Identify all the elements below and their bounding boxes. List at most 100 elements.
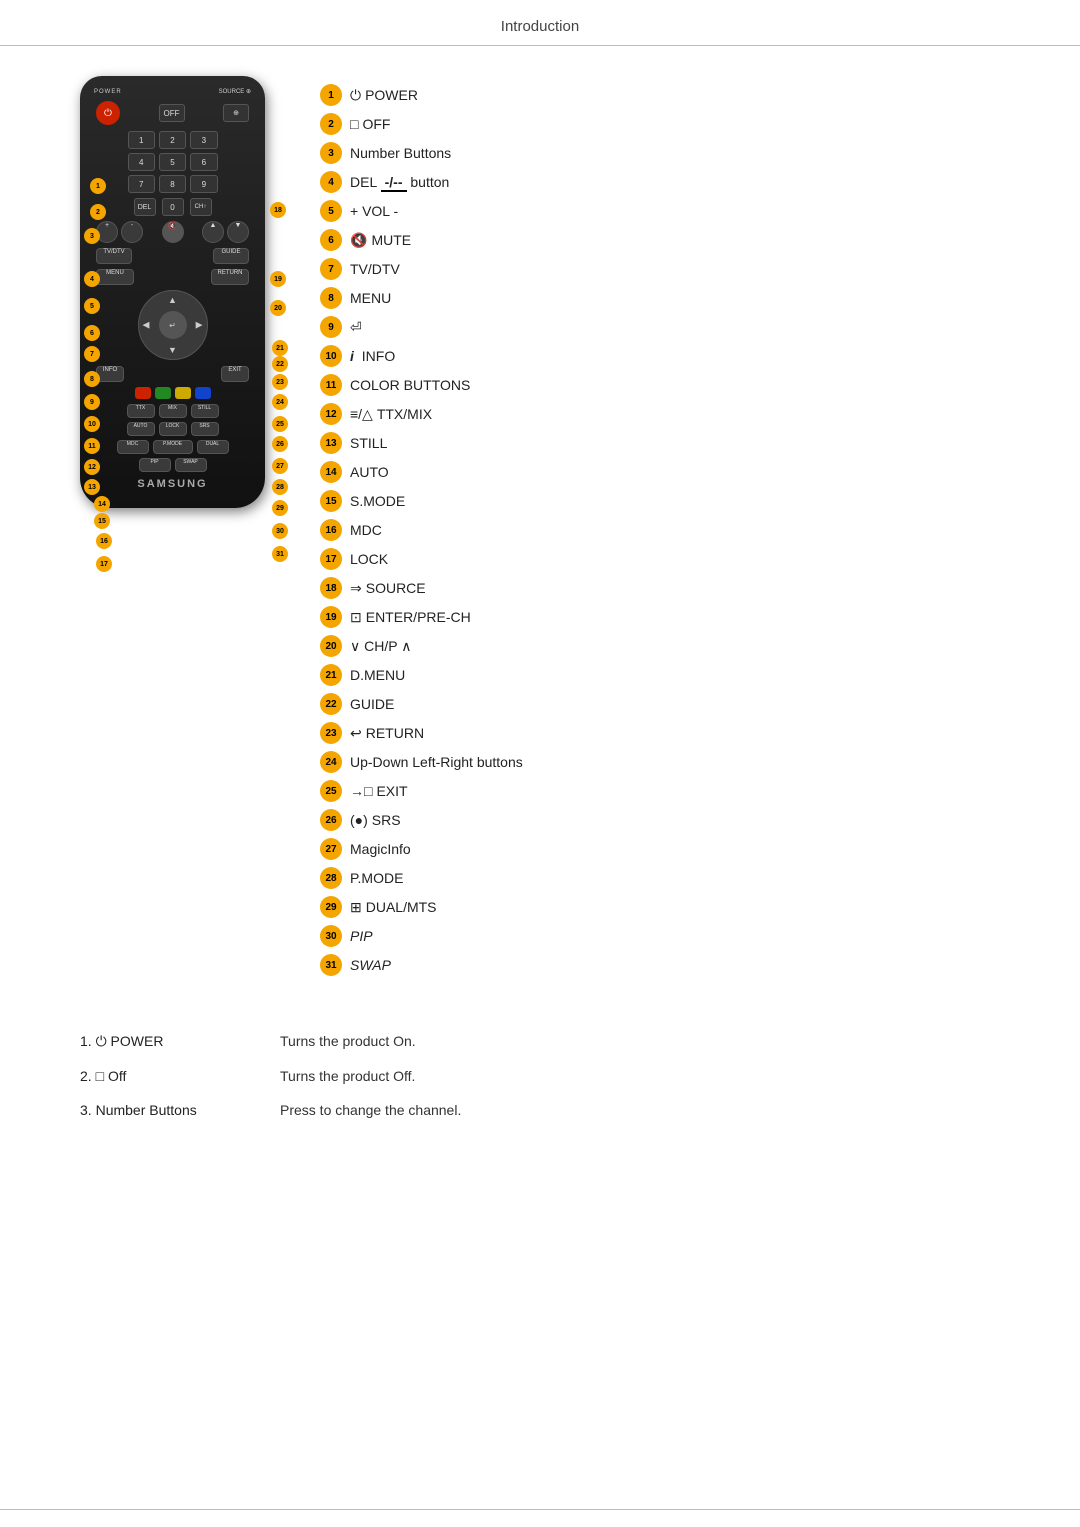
mute-icon: 🔇	[350, 232, 367, 249]
legend-text-28: P.MODE	[350, 870, 403, 886]
desc-label-3: 3. Number Buttons	[80, 1102, 280, 1118]
legend-item-4: 4 DEL -/-- button	[320, 171, 1020, 193]
remote-source-label: SOURCE ⊕	[219, 88, 251, 95]
legend-text-18: SOURCE	[366, 580, 426, 596]
legend-num-28: 28	[320, 867, 342, 889]
vol-down-btn[interactable]: -	[121, 221, 143, 243]
num-btn-8[interactable]: 8	[159, 175, 186, 193]
num-btn-6[interactable]: 6	[190, 153, 217, 171]
overlay-23: 23	[272, 374, 288, 390]
legend-item-23: 23 ↩ RETURN	[320, 722, 1020, 744]
legend-text-25: EXIT	[376, 783, 407, 799]
legend-num-8: 8	[320, 287, 342, 309]
legend-item-22: 22 GUIDE	[320, 693, 1020, 715]
mute-btn[interactable]: 🔇	[162, 221, 184, 243]
ch-up-btn[interactable]: ▲	[202, 221, 224, 243]
num-btn-3[interactable]: 3	[190, 131, 217, 149]
pip-btn[interactable]: PIP	[139, 458, 171, 472]
exit-btn[interactable]: EXIT	[221, 366, 249, 382]
legend-item-7: 7 TV/DTV	[320, 258, 1020, 280]
legend-text-7: TV/DTV	[350, 261, 400, 277]
num-btn-9[interactable]: 9	[190, 175, 217, 193]
still-btn[interactable]: STILL	[191, 404, 219, 418]
overlay-27: 27	[272, 458, 288, 474]
color-btn-green[interactable]	[155, 387, 171, 399]
nav-down-btn[interactable]: ▼	[168, 345, 177, 355]
nav-left-btn[interactable]: ◀	[143, 320, 150, 331]
ch-btn[interactable]: CH↑	[190, 198, 212, 216]
lock-btn[interactable]: LOCK	[159, 422, 187, 436]
num-btn-1[interactable]: 1	[128, 131, 155, 149]
menu-btn[interactable]: MENU	[96, 269, 134, 285]
legend-num-23: 23	[320, 722, 342, 744]
color-btn-red[interactable]	[135, 387, 151, 399]
legend-text-23: RETURN	[366, 725, 424, 741]
legend-item-3: 3 Number Buttons	[320, 142, 1020, 164]
legend-item-12: 12 ≡/△ TTX/MIX	[320, 403, 1020, 425]
legend-num-15: 15	[320, 490, 342, 512]
overlay-20: 20	[270, 300, 286, 316]
legend-num-17: 17	[320, 548, 342, 570]
guide-btn[interactable]: GUIDE	[213, 248, 249, 264]
source-icon: ⇒	[350, 580, 362, 597]
overlay-31: 31	[272, 546, 288, 562]
legend-num-30: 30	[320, 925, 342, 947]
legend-item-13: 13 STILL	[320, 432, 1020, 454]
srs-btn[interactable]: SRS	[191, 422, 219, 436]
power-desc-icon: ⏻	[96, 1033, 107, 1049]
dual-icon: ⊞	[350, 899, 362, 916]
swap-btn[interactable]: SWAP	[175, 458, 207, 472]
remote-source-btn[interactable]: ⊕	[223, 104, 249, 122]
pmode-btn[interactable]: P.MODE	[153, 440, 193, 454]
mdc-btn[interactable]: MDC	[117, 440, 149, 454]
num-btn-5[interactable]: 5	[159, 153, 186, 171]
remote-power-btn[interactable]: ⏻	[96, 101, 120, 125]
legend-item-20: 20 ∨ CH/P ∧	[320, 635, 1020, 657]
return-icon: ↩	[350, 725, 362, 742]
legend-text-12: TTX/MIX	[377, 406, 432, 422]
num-btn-0[interactable]: 0	[162, 198, 184, 216]
remote-off-btn[interactable]: OFF	[159, 104, 185, 122]
legend-text-24: Up-Down Left-Right buttons	[350, 754, 523, 770]
mix-btn[interactable]: MIX	[159, 404, 187, 418]
legend-text-22: GUIDE	[350, 696, 394, 712]
exit-icon: →□	[350, 783, 372, 799]
ch-down-btn[interactable]: ▼	[227, 221, 249, 243]
legend-num-18: 18	[320, 577, 342, 599]
num-btn-4[interactable]: 4	[128, 153, 155, 171]
del-btn[interactable]: DEL	[134, 198, 156, 216]
nav-enter-btn[interactable]: ↵	[159, 311, 187, 339]
legend-num-20: 20	[320, 635, 342, 657]
overlay-12: 12	[84, 459, 100, 475]
ttx-btn[interactable]: TTX	[127, 404, 155, 418]
dual-btn[interactable]: DUAL	[197, 440, 229, 454]
num-btn-7[interactable]: 7	[128, 175, 155, 193]
legend-text-17: LOCK	[350, 551, 388, 567]
overlay-24: 24	[272, 394, 288, 410]
legend-text-10: INFO	[358, 348, 395, 364]
color-btn-blue[interactable]	[195, 387, 211, 399]
legend-item-25: 25 →□ EXIT	[320, 780, 1020, 802]
overlay-17: 17	[96, 556, 112, 572]
legend-item-24: 24 Up-Down Left-Right buttons	[320, 751, 1020, 773]
nav-up-btn[interactable]: ▲	[168, 295, 177, 305]
legend-list: 1 ⏻ POWER 2 □ OFF 3 Number Buttons 4 DEL…	[320, 84, 1020, 983]
auto-btn[interactable]: AUTO	[127, 422, 155, 436]
tv-dtv-btn[interactable]: TV/DTV	[96, 248, 132, 264]
info-icon: i	[350, 348, 354, 364]
page-header: Introduction	[0, 0, 1080, 46]
legend-text-16: MDC	[350, 522, 382, 538]
legend-item-19: 19 ⊡ ENTER/PRE-CH	[320, 606, 1020, 628]
num-btn-2[interactable]: 2	[159, 131, 186, 149]
legend-text-3: Number Buttons	[350, 145, 451, 161]
legend-item-30: 30 PIP	[320, 925, 1020, 947]
legend-num-10: 10	[320, 345, 342, 367]
legend-item-8: 8 MENU	[320, 287, 1020, 309]
legend-item-9: 9 ⏎	[320, 316, 1020, 338]
info-btn[interactable]: INFO	[96, 366, 124, 382]
nav-right-btn[interactable]: ▶	[196, 320, 203, 331]
color-buttons-row	[92, 387, 253, 399]
number-grid: 1 2 3 4 5 6 7 8 9	[128, 131, 218, 193]
color-btn-yellow[interactable]	[175, 387, 191, 399]
return-btn[interactable]: RETURN	[211, 269, 249, 285]
